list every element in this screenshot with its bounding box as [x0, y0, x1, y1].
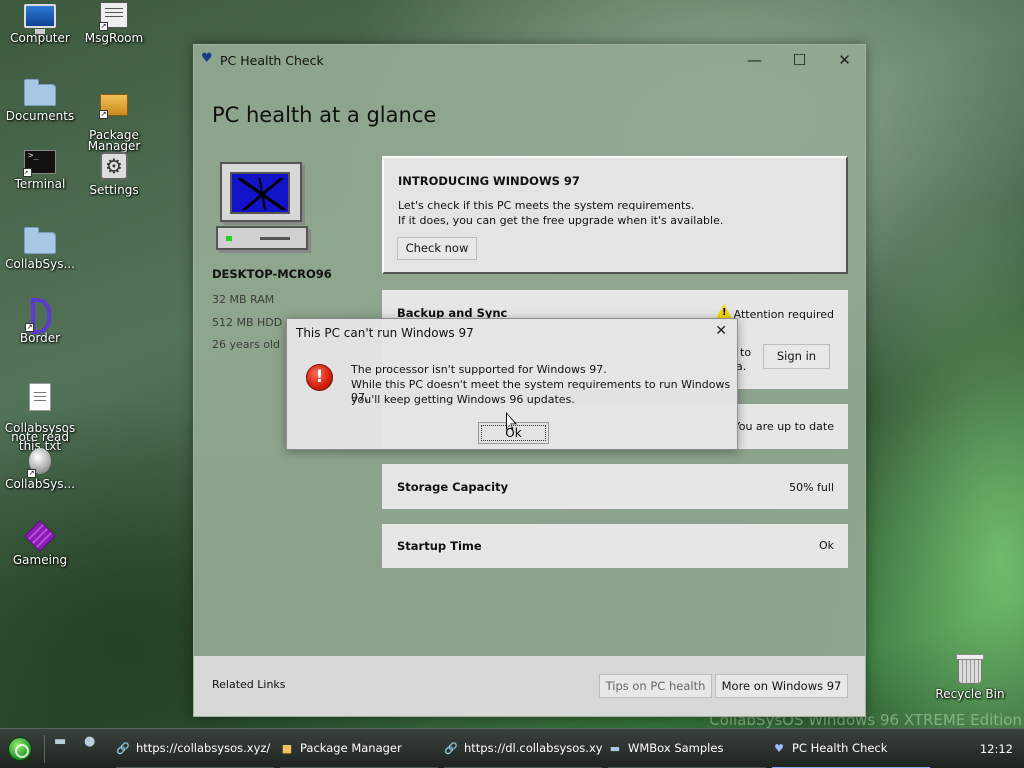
dialog-line-1: The processor isn't supported for Window… [351, 363, 607, 376]
settings-gear-icon [100, 152, 128, 180]
spec-hdd: 512 MB HDD [212, 316, 283, 329]
desktop-icon-computer[interactable]: Computer [0, 4, 80, 45]
intro-title: INTRODUCING WINDOWS 97 [398, 174, 580, 188]
shortcut-icon: 🔗 [444, 742, 458, 755]
computer-icon [24, 4, 56, 34]
error-icon: ! [306, 364, 333, 391]
quicklaunch-folder-icon[interactable]: ▬ [54, 734, 66, 749]
package-icon: ↗ [99, 94, 128, 120]
storage-capacity-card[interactable]: Storage Capacity 50% full [382, 464, 848, 509]
update-status: You are up to date [733, 420, 834, 433]
related-links-label: Related Links [212, 678, 286, 691]
intro-line-2: If it does, you can get the free upgrade… [398, 214, 724, 227]
desktop-icon-msgroom[interactable]: ↗ MsgRoom [74, 2, 154, 45]
storage-title: Storage Capacity [397, 480, 509, 494]
dialog-close-button[interactable]: ✕ [715, 323, 727, 339]
heart-monitor-icon: ♥ [774, 742, 784, 755]
desktop-icon-collabsys-disk[interactable]: ↗ CollabSys... [0, 448, 80, 491]
taskbar-item[interactable]: 🔗 https://dl.collabsysos.xy... [444, 729, 602, 768]
more-on-windows-97-button[interactable]: More on Windows 97 [715, 674, 848, 698]
windows-97-intro-card: INTRODUCING WINDOWS 97 Let's check if th… [382, 156, 848, 274]
dialog-line-3: you'll keep getting Windows 96 updates. [351, 393, 575, 406]
desktop-icon-label: Recycle Bin [935, 687, 1005, 701]
desktop-icon-note[interactable]: Collabsysos note read this.txt [0, 374, 80, 452]
quicklaunch-disk-icon[interactable]: ● [84, 734, 95, 749]
page-title: PC health at a glance [212, 103, 437, 127]
taskbar: ▬ ● 🔗 https://collabsysos.xyz/ ... ■ Packa… [0, 728, 1024, 768]
desktop-icon-package-manager[interactable]: ↗ Package Manager [74, 78, 154, 153]
desktop-icon-terminal[interactable]: >_ ↗ Terminal [0, 150, 80, 191]
game-cube-icon [24, 520, 56, 552]
desktop-icon-settings[interactable]: Settings [74, 152, 154, 197]
taskbar-clock: 12:12 [979, 742, 1013, 756]
taskbar-item[interactable]: ■ Package Manager [280, 729, 438, 768]
folder-icon: ▬ [609, 742, 621, 755]
cant-run-dialog: This PC can't run Windows 97 ✕ ! The pro… [286, 318, 738, 450]
minimize-button[interactable]: — [732, 48, 777, 72]
desktop-icon-label: CollabSys... [5, 257, 75, 271]
taskbar-item[interactable]: 🔗 https://collabsysos.xyz/ ... [116, 729, 274, 768]
recycle-bin-icon [956, 654, 984, 684]
device-name: DESKTOP-MCRO96 [212, 267, 332, 281]
sign-in-button[interactable]: Sign in [763, 344, 830, 369]
start-button[interactable] [8, 737, 32, 761]
desktop-icon-label: Settings [89, 183, 139, 197]
documents-folder-icon [24, 79, 56, 106]
shortcut-icon: 🔗 [116, 742, 130, 755]
border-app-icon: ↗ [25, 298, 53, 334]
check-now-button[interactable]: Check now [397, 237, 477, 260]
spec-ram: 32 MB RAM [212, 293, 275, 306]
tips-on-pc-health-button[interactable]: Tips on PC health [599, 674, 712, 698]
computer-illustration [216, 160, 312, 256]
folder-icon [24, 227, 56, 254]
package-icon: ■ [281, 742, 293, 755]
backup-status: Attention required [733, 308, 834, 321]
desktop-icon-documents[interactable]: Documents [0, 78, 80, 123]
backup-partial-text: to [740, 346, 752, 359]
disk-icon: ↗ [27, 448, 51, 478]
heart-monitor-icon: ♥ [201, 51, 213, 66]
cracked-screen-icon [230, 172, 290, 214]
msgroom-icon: ↗ [99, 2, 128, 31]
startup-time-card[interactable]: Startup Time Ok [382, 524, 848, 568]
taskbar-item[interactable]: ▬ WMBox Samples [608, 729, 766, 768]
close-button[interactable]: ✕ [822, 48, 867, 72]
desktop-icon-label: Package Manager [87, 128, 141, 153]
desktop-icon-label: Gameing [12, 553, 68, 567]
desktop-icon-recycle-bin[interactable]: Recycle Bin [930, 654, 1010, 701]
maximize-button[interactable]: ☐ [777, 48, 822, 72]
desktop-icon-label: Documents [5, 109, 75, 123]
desktop-icon-border[interactable]: ↗ Border [0, 298, 80, 345]
terminal-icon: >_ ↗ [23, 150, 56, 177]
startup-title: Startup Time [397, 539, 482, 553]
taskbar-item[interactable]: ♥ PC Health Check [772, 729, 930, 768]
startup-status: Ok [818, 539, 834, 552]
ok-button[interactable]: Ok [478, 422, 549, 444]
desktop-icon-gameing[interactable]: Gameing [0, 520, 80, 567]
storage-status: 50% full [789, 481, 834, 494]
window-footer: Related Links Tips on PC health More on … [194, 656, 865, 716]
desktop-icon-label: CollabSys... [5, 477, 75, 491]
text-file-icon [29, 383, 51, 411]
window-title: PC Health Check [220, 53, 324, 68]
desktop-icon-label: MsgRoom [84, 31, 144, 45]
desktop-icon-collabsys-folder[interactable]: CollabSys... [0, 226, 80, 271]
intro-line-1: Let's check if this PC meets the system … [398, 199, 695, 212]
desktop-icon-label: Terminal [14, 177, 66, 191]
dialog-title: This PC can't run Windows 97 [296, 326, 474, 340]
spec-age: 26 years old [212, 338, 281, 351]
window-titlebar[interactable]: ♥ PC Health Check — ☐ ✕ [194, 45, 865, 75]
